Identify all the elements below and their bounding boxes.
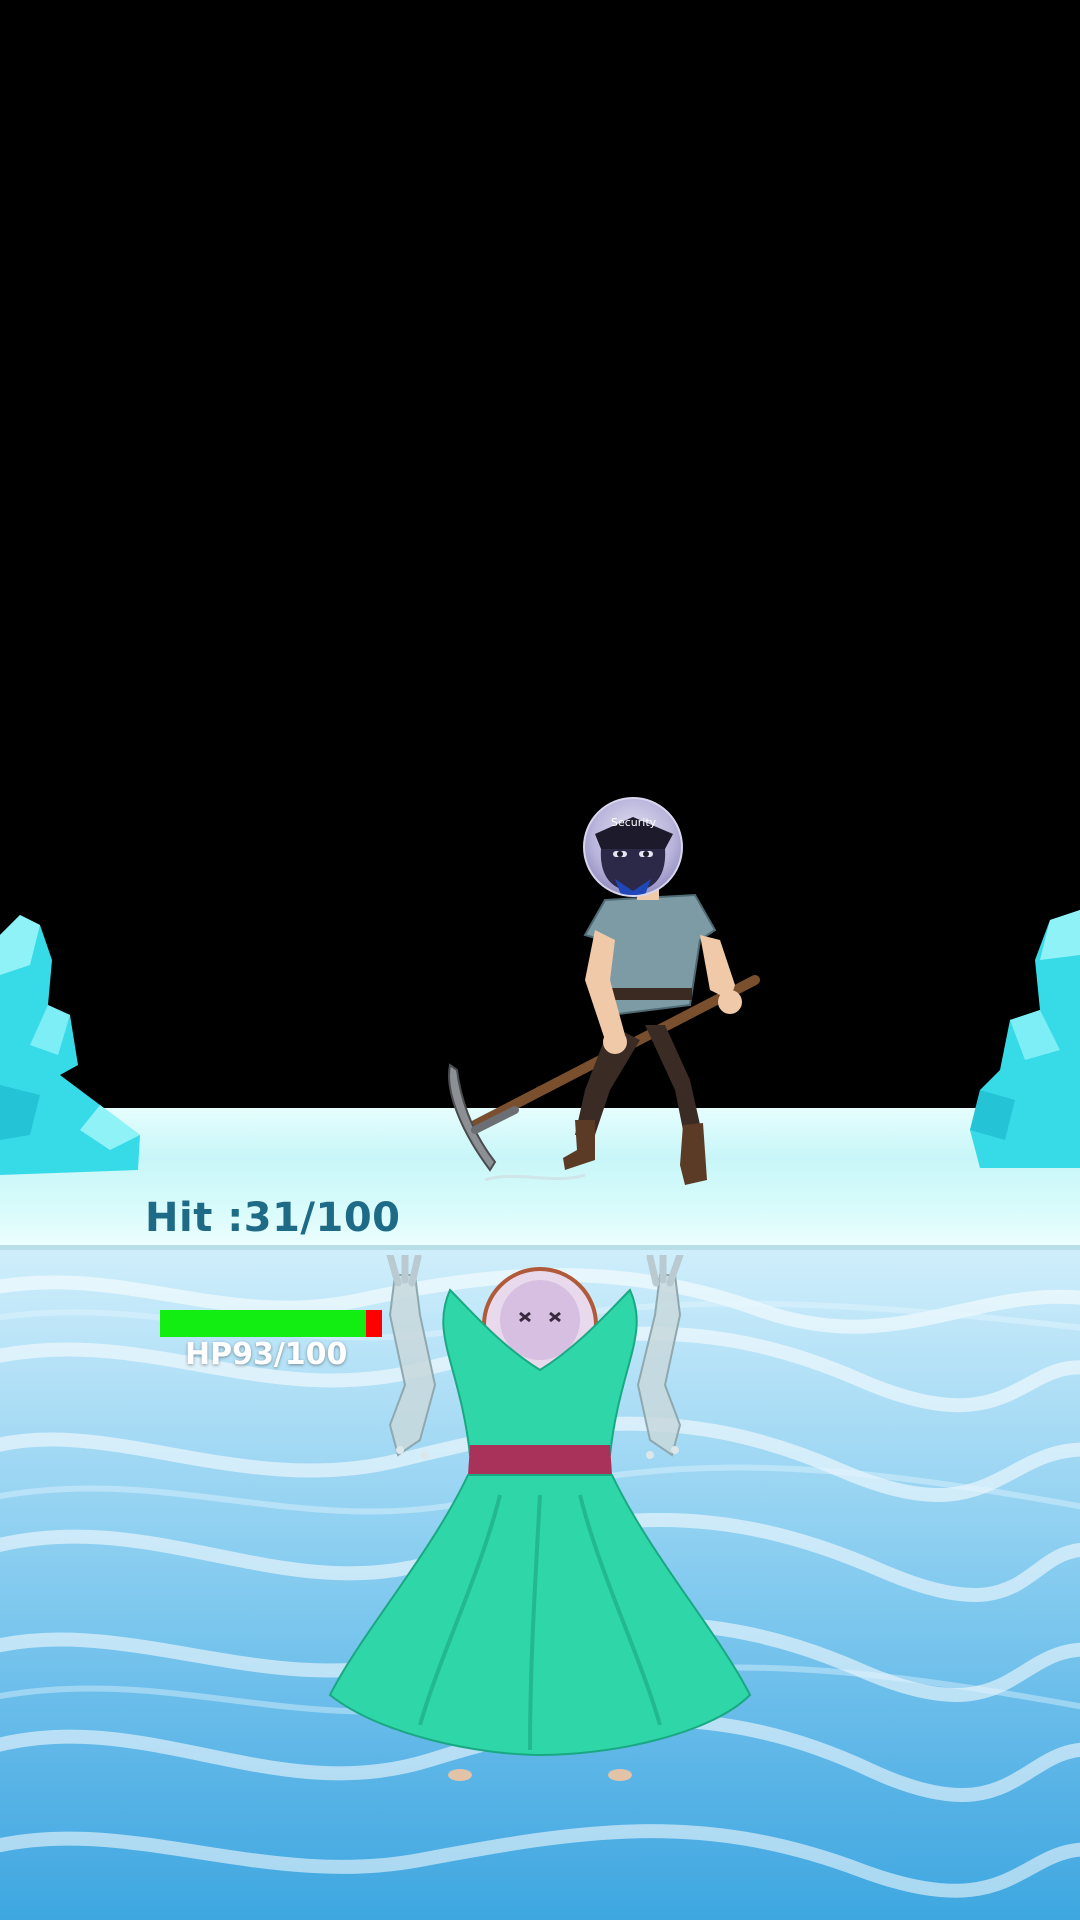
player-avatar: Security <box>583 797 683 897</box>
hit-counter: Hit :31/100 <box>145 1195 401 1241</box>
ice-crystal-right <box>970 910 1080 1168</box>
enemy-hp-bar <box>160 1310 382 1337</box>
ice-scratch <box>484 1173 586 1182</box>
hooded-character-icon <box>595 817 673 895</box>
ice-crystal-left <box>0 915 140 1175</box>
enemy-hp-label: HP93/100 <box>185 1337 348 1372</box>
player-badge-text: Security <box>611 816 657 829</box>
frozen-dress-monster <box>328 1255 752 1781</box>
enemy-hp-fill <box>160 1310 367 1337</box>
